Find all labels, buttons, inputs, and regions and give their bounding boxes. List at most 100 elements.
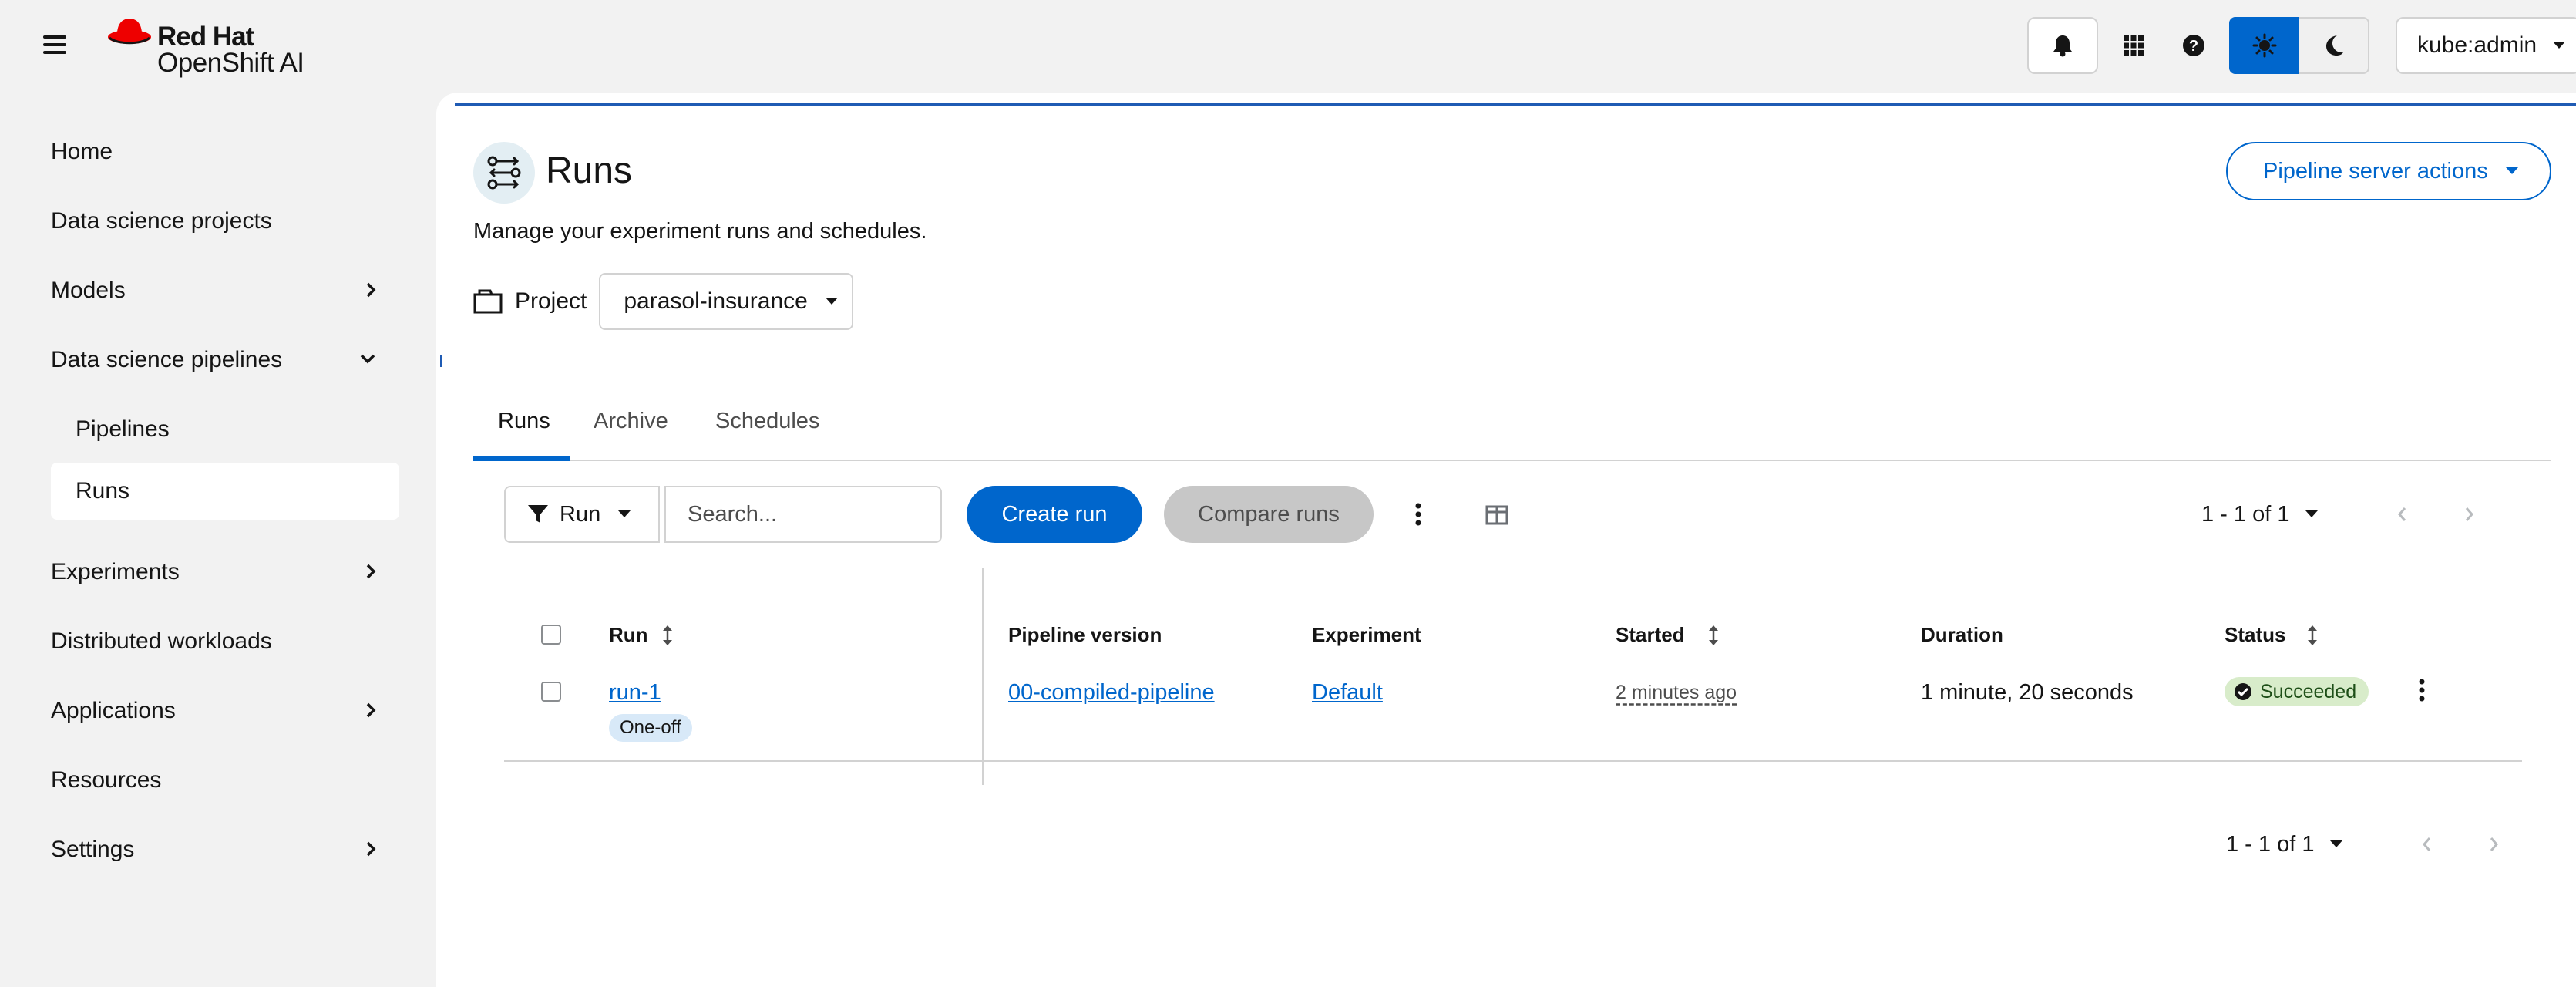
filter-type-dropdown[interactable]: Run [504,486,660,543]
sidebar-item-applications[interactable]: Applications [51,682,399,739]
moon-icon [2325,35,2343,56]
column-header-label: Started [1616,623,1685,646]
create-run-button[interactable]: Create run [967,486,1142,543]
previous-page-icon[interactable] [2411,829,2442,860]
user-menu-toggle[interactable]: kube:admin [2396,17,2576,74]
active-tab-indicator [473,456,570,461]
pipeline-version-link[interactable]: 00-compiled-pipeline [1008,680,1215,706]
server-actions-label: Pipeline server actions [2263,158,2488,184]
row-select-checkbox[interactable] [541,682,561,702]
folder-icon [473,289,503,314]
column-header-run[interactable]: Run [609,623,673,647]
sidebar-nav: Home Data science projects Models Data s… [0,93,436,987]
run-type-badge: One-off [609,714,692,742]
column-header-experiment: Experiment [1312,623,1421,647]
manage-columns-icon[interactable] [1481,500,1512,531]
app-launcher-button[interactable] [2112,17,2155,74]
column-header-started[interactable]: Started [1616,623,1719,647]
sidebar-item-label: Data science projects [51,208,272,234]
sidebar-item-data-science-projects[interactable]: Data science projects [51,193,399,250]
sidebar-item-runs[interactable]: Runs [51,463,399,520]
pagination-range: 1 - 1 of 1 [2226,831,2315,857]
column-header-label: Pipeline version [1008,623,1162,646]
next-page-icon[interactable] [2479,829,2510,860]
tab-archive[interactable]: Archive [594,409,668,434]
status-badge: Succeeded [2225,677,2369,706]
status-label: Succeeded [2260,680,2357,702]
next-page-icon[interactable] [2454,499,2485,530]
masthead: Red Hat OpenShift AI ? kube:admin [0,0,2576,93]
column-header-label: Experiment [1312,623,1421,646]
column-header-label: Duration [1921,623,2003,646]
pipeline-icon [487,156,521,190]
tab-runs[interactable]: Runs [498,409,550,434]
column-header-status[interactable]: Status [2225,623,2318,647]
pagination-toggle[interactable]: 1 - 1 of 1 [2226,832,2343,857]
sidebar-item-data-science-pipelines[interactable]: Data science pipelines [51,332,399,389]
question-circle-icon: ? [2183,35,2204,56]
notifications-button[interactable] [2027,17,2098,74]
pipeline-server-actions-button[interactable]: Pipeline server actions [2226,142,2551,200]
compare-runs-button[interactable]: Compare runs [1164,486,1374,543]
sidebar-item-resources[interactable]: Resources [51,752,399,809]
pagination-toggle[interactable]: 1 - 1 of 1 [2201,502,2319,527]
brand-logo[interactable]: Red Hat OpenShift AI [106,17,307,78]
sidebar-item-label: Applications [51,698,176,723]
hamburger-menu-icon[interactable] [43,35,66,54]
previous-page-icon[interactable] [2386,499,2417,530]
sidebar-item-models[interactable]: Models [51,262,399,319]
project-select[interactable]: parasol-insurance [599,273,854,330]
caret-down-icon [825,298,838,305]
sidebar-item-distributed-workloads[interactable]: Distributed workloads [51,613,399,670]
column-header-label: Run [609,623,648,646]
row-actions-kebab-icon[interactable] [2406,674,2437,706]
sidebar-item-label: Resources [51,767,162,793]
check-circle-icon [2235,683,2251,700]
sidebar-item-pipelines[interactable]: Pipelines [76,401,399,458]
started-timestamp[interactable]: 2 minutes ago [1616,682,1737,704]
sidebar-item-experiments[interactable]: Experiments [51,544,399,601]
caret-down-icon [2305,510,2319,517]
chevron-right-icon [366,282,376,298]
table-row: run-1 One-off 00-compiled-pipeline Defau… [504,663,2522,762]
bell-icon [2053,35,2072,57]
divider-marker [440,355,442,367]
toolbar-kebab-icon[interactable] [1403,498,1434,531]
run-name-link[interactable]: run-1 [609,680,661,706]
product-name: OpenShift AI [157,48,304,78]
tab-schedules[interactable]: Schedules [715,409,819,434]
select-all-checkbox[interactable] [541,625,561,645]
page-title: Runs [546,150,633,191]
filter-type-label: Run [560,501,601,527]
runs-table: Run Pipeline version Experiment Started … [504,568,2522,785]
duration-value: 1 minute, 20 seconds [1921,680,2134,705]
project-select-value: parasol-insurance [624,288,808,314]
chevron-right-icon [366,702,376,718]
sun-icon [2252,33,2276,58]
caret-down-icon [2330,840,2343,847]
caret-down-icon [618,510,631,517]
sidebar-item-label: Runs [76,478,130,504]
column-header-label: Status [2225,623,2286,646]
main-content: Runs Manage your experiment runs and sch… [436,93,2576,987]
caret-down-icon [2505,167,2518,174]
light-theme-button[interactable] [2229,17,2299,74]
pagination-bottom: 1 - 1 of 1 [2226,816,2510,873]
column-header-duration: Duration [1921,623,2003,647]
page-description: Manage your experiment runs and schedule… [473,219,927,244]
sidebar-item-label: Models [51,278,126,303]
sidebar-item-home[interactable]: Home [51,123,399,180]
column-header-pipeline-version: Pipeline version [1008,623,1162,647]
page-top-border [455,103,2576,106]
project-label: Project [515,288,587,314]
sidebar-item-settings[interactable]: Settings [51,821,399,878]
sort-icon [662,625,672,645]
table-header-row: Run Pipeline version Experiment Started … [504,568,2522,785]
sidebar-item-label: Data science pipelines [51,347,283,372]
dark-theme-button[interactable] [2299,17,2369,74]
runs-tabs: Runs Archive Schedules [473,393,2551,461]
experiment-link[interactable]: Default [1312,680,1383,706]
search-input[interactable] [664,486,942,543]
sidebar-item-label: Distributed workloads [51,628,272,654]
help-button[interactable]: ? [2172,17,2215,74]
